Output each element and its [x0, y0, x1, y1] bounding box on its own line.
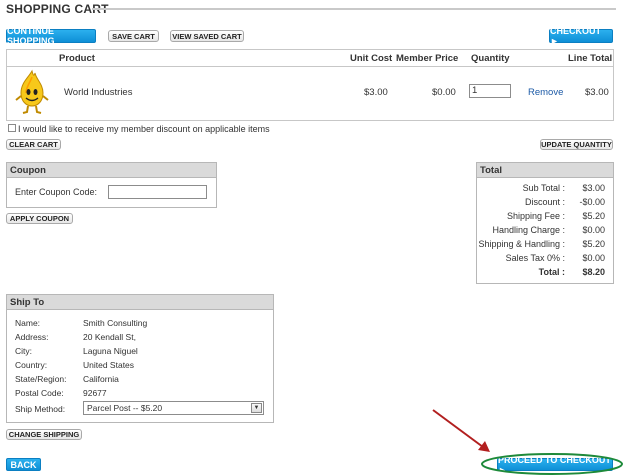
annotation-overlay: [432, 409, 623, 475]
annotation-arrow: [432, 409, 484, 448]
annotation-arrowhead: [478, 441, 490, 452]
annotation-circle: [481, 453, 623, 475]
